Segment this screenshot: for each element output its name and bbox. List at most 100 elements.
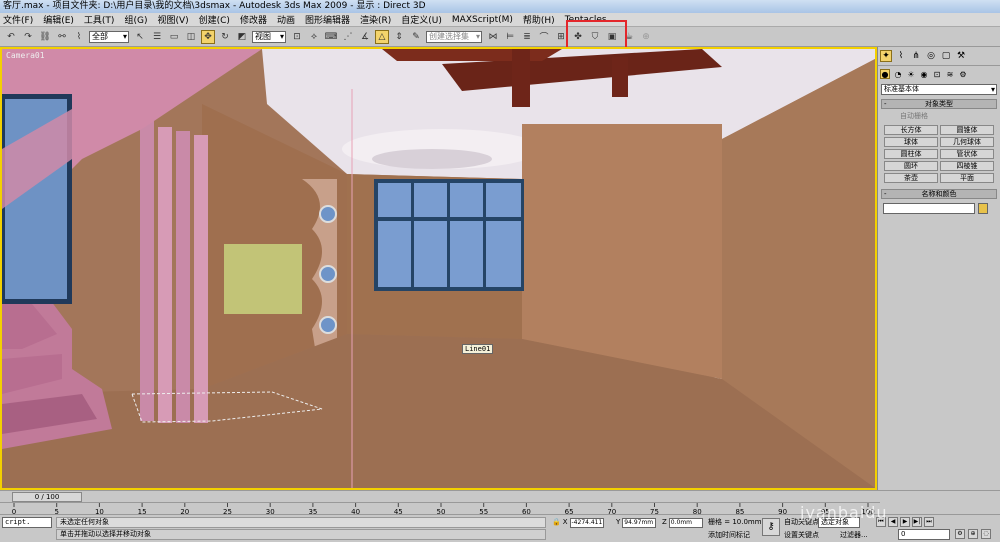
menu-edit[interactable]: 编辑(E) (43, 13, 74, 26)
time-slider-thumb[interactable]: 0 / 100 (12, 492, 82, 502)
rollout-object-type[interactable]: - 对象类型 (881, 99, 997, 109)
pivot-center-icon[interactable]: ⊡ (290, 30, 304, 44)
redo-icon[interactable]: ↷ (21, 30, 35, 44)
object-name-input[interactable] (883, 203, 975, 214)
keyboard-shortcut-icon[interactable]: ⌨ (324, 30, 338, 44)
menu-customize[interactable]: 自定义(U) (401, 13, 442, 26)
camera-viewport[interactable]: Camera01 Line01 (0, 47, 877, 490)
plane-button[interactable]: 平面 (940, 173, 994, 183)
select-by-name-icon[interactable]: ☰ (150, 30, 164, 44)
select-scale-icon[interactable]: ◩ (235, 30, 249, 44)
coord-x: 🔒 X -4274.411 (552, 517, 604, 528)
x-field[interactable]: -4274.411 (569, 517, 604, 528)
curve-editor-icon[interactable]: ⌒ (537, 30, 551, 44)
sphere-button[interactable]: 球体 (884, 137, 938, 147)
rollout-name-color[interactable]: - 名称和颜色 (881, 189, 997, 199)
category-dropdown[interactable]: 标准基本体 (881, 84, 997, 95)
box-button[interactable]: 长方体 (884, 125, 938, 135)
percent-snap-icon[interactable]: △ (375, 29, 389, 44)
ref-coord-dropdown[interactable]: 视图 (252, 30, 286, 43)
named-selection-dropdown[interactable]: 创建选择集 (426, 30, 482, 43)
snaps-toggle-icon[interactable]: ⋰ (341, 30, 355, 44)
add-time-tag[interactable]: 添加时间标记 (708, 530, 750, 540)
time-config-icon[interactable]: ⚙ (955, 529, 965, 539)
systems-icon[interactable]: ⚙ (958, 69, 968, 79)
menu-rendering[interactable]: 渲染(R) (360, 13, 391, 26)
menu-file[interactable]: 文件(F) (3, 13, 33, 26)
select-move-icon[interactable]: ✥ (201, 29, 215, 44)
edit-named-selection-icon[interactable]: ✎ (409, 30, 423, 44)
select-object-icon[interactable]: ↖ (133, 30, 147, 44)
lock-icon[interactable]: 🔒 (552, 517, 561, 528)
torus-button[interactable]: 圆环 (884, 161, 938, 171)
set-key-button[interactable]: 设置关键点 (784, 530, 819, 540)
cone-button[interactable]: 圆锥体 (940, 125, 994, 135)
maxscript-listener[interactable]: cript. (2, 517, 52, 528)
watermark: jyanbaidu (800, 503, 888, 522)
key-filters-button[interactable]: 过滤器... (840, 530, 868, 540)
menu-create[interactable]: 创建(C) (199, 13, 230, 26)
unlink-icon[interactable]: ⚯ (55, 30, 69, 44)
menu-views[interactable]: 视图(V) (157, 13, 188, 26)
window-crossing-icon[interactable]: ◫ (184, 30, 198, 44)
prev-frame-icon[interactable]: ◀ (888, 517, 898, 527)
next-frame-icon[interactable]: ▶| (912, 517, 922, 527)
select-rotate-icon[interactable]: ↻ (218, 30, 232, 44)
play-icon[interactable]: ▶ (900, 517, 910, 527)
hierarchy-tab-icon[interactable]: ⋔ (910, 50, 922, 62)
create-tab-icon[interactable]: ✦ (880, 50, 892, 62)
align-icon[interactable]: ⊨ (503, 30, 517, 44)
menu-maxscript[interactable]: MAXScript(M) (452, 15, 513, 25)
helpers-icon[interactable]: ⊡ (932, 69, 942, 79)
select-manipulate-icon[interactable]: ⟡ (307, 30, 321, 44)
spinner-snap-icon[interactable]: ⇕ (392, 30, 406, 44)
pyramid-button[interactable]: 四棱锥 (940, 161, 994, 171)
orbit-icon[interactable]: ◌ (981, 529, 991, 539)
mirror-icon[interactable]: ⋈ (486, 30, 500, 44)
tube-button[interactable]: 管状体 (940, 149, 994, 159)
time-slider[interactable]: 0 / 100 (0, 490, 1000, 502)
zoom-viewport-icon[interactable]: ⊕ (968, 529, 978, 539)
autogrid-checkbox[interactable]: 自动栅格 (878, 111, 1000, 121)
object-buttons-grid: 长方体 圆锥体 球体 几何球体 圆柱体 管状体 圆环 四棱锥 茶壶 平面 (878, 123, 1000, 185)
cylinder-button[interactable]: 圆柱体 (884, 149, 938, 159)
motion-tab-icon[interactable]: ◎ (925, 50, 937, 62)
rollout-name-color-label: 名称和颜色 (921, 190, 957, 198)
menu-modifiers[interactable]: 修改器 (240, 13, 267, 26)
y-field[interactable]: 94.97mm (622, 517, 657, 528)
teapot-button[interactable]: 茶壶 (884, 173, 938, 183)
menu-animation[interactable]: 动画 (277, 13, 295, 26)
menu-graph-editors[interactable]: 图形编辑器 (305, 13, 350, 26)
prompt-line-2: 单击并拖动以选择并移动对象 (56, 529, 546, 540)
menu-tools[interactable]: 工具(T) (84, 13, 115, 26)
command-panel: ✦ ⌇ ⋔ ◎ ▢ ⚒ ● ◔ ☀ ◉ ⊡ ≋ ⚙ 标准基本体 -对象类型 自动… (877, 47, 1000, 490)
menu-group[interactable]: 组(G) (124, 13, 147, 26)
viewport-label[interactable]: Camera01 (6, 51, 45, 60)
extra-tool-icon[interactable]: ⊕ (639, 30, 653, 44)
selection-region-icon[interactable]: ▭ (167, 30, 181, 44)
link-icon[interactable]: ⛓ (38, 30, 52, 44)
utilities-tab-icon[interactable]: ⚒ (955, 50, 967, 62)
display-tab-icon[interactable]: ▢ (940, 50, 952, 62)
lights-icon[interactable]: ☀ (906, 69, 916, 79)
key-icon[interactable]: ⚷ (762, 518, 780, 536)
spacewarps-icon[interactable]: ≋ (945, 69, 955, 79)
track-bar[interactable]: 0 5 10 15 20 25 30 35 40 45 50 55 60 65 70 75 80 85 90 95 10… (0, 502, 880, 516)
x-label: X (562, 518, 568, 526)
menu-help[interactable]: 帮助(H) (523, 13, 555, 26)
geosphere-button[interactable]: 几何球体 (940, 137, 994, 147)
color-swatch[interactable] (978, 203, 988, 214)
undo-icon[interactable]: ↶ (4, 30, 18, 44)
shapes-icon[interactable]: ◔ (893, 69, 903, 79)
geometry-icon[interactable]: ● (880, 69, 890, 79)
modify-tab-icon[interactable]: ⌇ (895, 50, 907, 62)
cameras-icon[interactable]: ◉ (919, 69, 929, 79)
current-frame-field[interactable]: 0 (898, 529, 950, 540)
z-field[interactable]: 0.0mm (668, 517, 703, 528)
selection-filter-dropdown[interactable]: 全部 (89, 30, 129, 43)
go-end-icon[interactable]: ⏭ (924, 517, 934, 527)
layer-manager-icon[interactable]: ≣ (520, 30, 534, 44)
window-title: 客厅.max - 项目文件夹: D:\用户目录\我的文档\3dsmax - Au… (0, 0, 1000, 13)
angle-snap-icon[interactable]: ∡ (358, 30, 372, 44)
bind-spacewarp-icon[interactable]: ⌇ (72, 30, 86, 44)
